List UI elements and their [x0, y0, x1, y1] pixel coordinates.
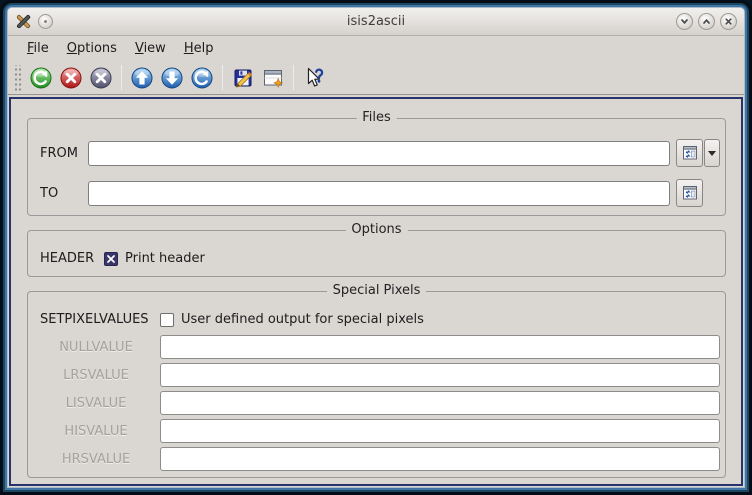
stop-button[interactable]	[56, 63, 86, 93]
lrsvalue-input[interactable]	[160, 363, 720, 387]
redo-icon	[190, 66, 214, 90]
up-arrow-icon	[130, 66, 154, 90]
options-group-title: Options	[345, 222, 407, 237]
save-edit-icon	[231, 66, 255, 90]
close-icon	[723, 16, 734, 27]
window-title: isis2ascii	[347, 14, 405, 29]
menu-help-label: H	[184, 41, 194, 56]
close-circle-icon	[89, 66, 113, 90]
sticky-button[interactable]	[38, 14, 53, 29]
app-window: isis2ascii	[8, 8, 744, 487]
run-button[interactable]	[26, 63, 56, 93]
new-window-icon	[261, 66, 285, 90]
file-dialog-icon	[681, 144, 699, 162]
menubar: File Options View Help	[8, 36, 744, 61]
special-pixels-group-title: Special Pixels	[327, 283, 427, 298]
header-label: HEADER	[40, 251, 104, 266]
options-group: Options HEADER Print header	[27, 230, 726, 277]
print-header-checkbox[interactable]	[104, 252, 118, 266]
app-icon	[15, 13, 32, 30]
menu-options-label: O	[67, 41, 77, 56]
hisvalue-row: HISVALUE	[40, 419, 720, 443]
stop-icon	[59, 66, 83, 90]
down-arrow-icon	[160, 66, 184, 90]
toolbar	[8, 61, 744, 95]
print-header-label: Print header	[125, 251, 205, 266]
menu-view-label: V	[135, 41, 144, 56]
menu-file[interactable]: File	[19, 39, 57, 58]
whats-this-icon	[302, 66, 326, 90]
from-row: FROM	[40, 139, 720, 167]
from-browse-button[interactable]	[676, 139, 703, 167]
lisvalue-input[interactable]	[160, 391, 720, 415]
chevron-up-icon	[701, 16, 712, 27]
files-group: Files FROM	[27, 118, 726, 216]
titlebar[interactable]: isis2ascii	[8, 8, 744, 36]
hisvalue-label: HISVALUE	[40, 424, 152, 439]
setpixelvalues-label: SETPIXELVALUES	[40, 312, 152, 327]
setpixelvalues-text: User defined output for special pixels	[181, 312, 424, 327]
maximize-button[interactable]	[698, 13, 715, 30]
menu-options[interactable]: Options	[59, 39, 125, 58]
caret-down-icon	[708, 151, 716, 156]
toolbar-separator	[222, 65, 223, 90]
setpixelvalues-checkbox[interactable]	[160, 313, 174, 327]
files-group-title: Files	[356, 110, 397, 125]
to-input[interactable]	[88, 181, 670, 206]
history-down-button[interactable]	[157, 63, 187, 93]
hrsvalue-row: HRSVALUE	[40, 447, 720, 471]
nullvalue-row: NULLVALUE	[40, 335, 720, 359]
menu-view[interactable]: View	[127, 39, 174, 58]
hrsvalue-input[interactable]	[160, 447, 720, 471]
toolbar-separator	[293, 65, 294, 90]
main-form: Files FROM	[9, 97, 743, 486]
redo-button[interactable]	[187, 63, 217, 93]
run-icon	[29, 66, 53, 90]
checkmark-x-icon	[106, 254, 116, 264]
close-program-button[interactable]	[86, 63, 116, 93]
file-dialog-icon	[681, 184, 699, 202]
from-input[interactable]	[88, 141, 670, 166]
nullvalue-label: NULLVALUE	[40, 340, 152, 355]
setpixelvalues-row: SETPIXELVALUES User defined output for s…	[40, 312, 720, 327]
toolbar-separator	[121, 65, 122, 90]
lisvalue-label: LISVALUE	[40, 396, 152, 411]
whats-this-button[interactable]	[299, 63, 329, 93]
lrsvalue-label: LRSVALUE	[40, 368, 152, 383]
new-window-button[interactable]	[258, 63, 288, 93]
toolbar-drag-handle[interactable]	[13, 65, 22, 91]
lisvalue-row: LISVALUE	[40, 391, 720, 415]
to-row: TO	[40, 179, 720, 207]
from-label: FROM	[40, 146, 88, 161]
hisvalue-input[interactable]	[160, 419, 720, 443]
special-pixels-group: Special Pixels SETPIXELVALUES User defin…	[27, 291, 726, 478]
shade-button[interactable]	[676, 13, 693, 30]
header-row: HEADER Print header	[40, 251, 720, 266]
lrsvalue-row: LRSVALUE	[40, 363, 720, 387]
desktop-background: isis2ascii	[0, 0, 752, 495]
menu-help[interactable]: Help	[176, 39, 222, 58]
to-browse-button[interactable]	[676, 179, 703, 207]
save-log-button[interactable]	[228, 63, 258, 93]
close-button[interactable]	[720, 13, 737, 30]
nullvalue-input[interactable]	[160, 335, 720, 359]
sticky-dot-icon	[42, 18, 49, 25]
hrsvalue-label: HRSVALUE	[40, 452, 152, 467]
window-controls	[676, 13, 737, 30]
chevron-down-icon	[679, 16, 690, 27]
history-up-button[interactable]	[127, 63, 157, 93]
from-options-dropdown-button[interactable]	[704, 139, 720, 167]
to-label: TO	[40, 186, 88, 201]
